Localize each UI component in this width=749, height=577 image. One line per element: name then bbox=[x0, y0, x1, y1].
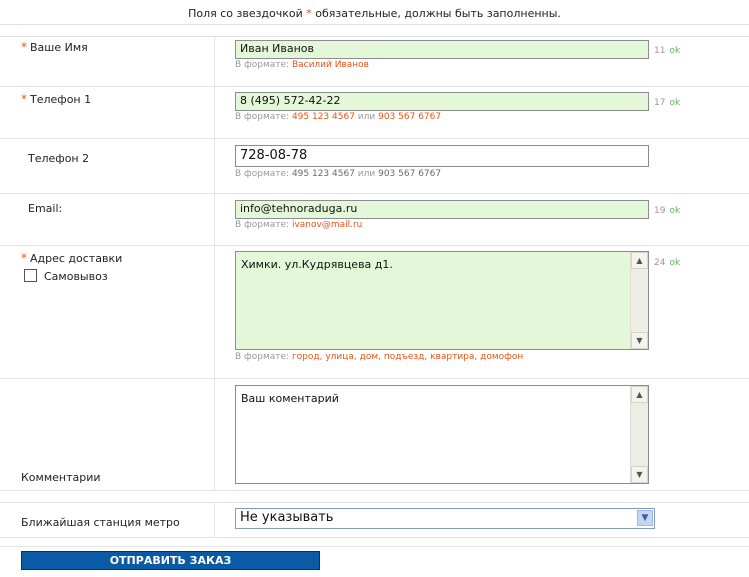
phone2-label: Телефон 2 bbox=[28, 152, 90, 165]
metro-selected-value: Не указывать bbox=[240, 510, 334, 525]
phone1-hint-example1: 495 123 4567 bbox=[291, 112, 355, 122]
email-count-value: 19 bbox=[654, 206, 666, 216]
phone1-label: * Телефон 1 bbox=[21, 92, 91, 106]
row-divider bbox=[0, 537, 749, 538]
pickup-checkbox[interactable] bbox=[24, 269, 37, 282]
address-count-value: 24 bbox=[654, 258, 666, 268]
address-label-text: Адрес доставки bbox=[30, 252, 123, 265]
row-divider bbox=[0, 138, 749, 139]
row-divider bbox=[0, 86, 749, 87]
email-status-ok: ok bbox=[669, 206, 681, 216]
required-asterisk: * bbox=[21, 92, 27, 106]
scroll-up-icon[interactable]: ▲ bbox=[631, 386, 648, 403]
chevron-down-icon[interactable]: ▼ bbox=[637, 510, 653, 526]
phone2-hint-example1: 495 123 4567 bbox=[291, 169, 355, 179]
address-hint-example: город, улица, дом, подъезд, квартира, до… bbox=[291, 352, 524, 362]
column-divider bbox=[214, 502, 215, 537]
row-divider bbox=[0, 546, 749, 547]
name-input[interactable]: Иван Иванов bbox=[235, 40, 649, 59]
row-divider bbox=[0, 502, 749, 503]
row-divider bbox=[0, 378, 749, 379]
phone1-input[interactable]: 8 (495) 572-42-22 bbox=[235, 92, 649, 111]
phone1-hint-example2: 903 567 6767 bbox=[378, 112, 442, 122]
email-char-count: 19 ok bbox=[654, 206, 680, 216]
address-value: Химки. ул.Кудрявцева д1. bbox=[241, 258, 393, 271]
phone1-status-ok: ok bbox=[669, 98, 681, 108]
email-input[interactable]: info@tehnoraduga.ru bbox=[235, 200, 649, 219]
phone2-hint-prefix: В формате: bbox=[235, 169, 292, 179]
required-fields-notice: Поля со звездочкой * обязательные, должн… bbox=[0, 0, 749, 24]
row-divider bbox=[0, 36, 749, 37]
row-divider bbox=[0, 193, 749, 194]
name-label: * Ваше Имя bbox=[21, 40, 88, 54]
scroll-down-icon[interactable]: ▼ bbox=[631, 466, 648, 483]
phone2-hint-or: или bbox=[354, 169, 379, 179]
email-hint-example: ivanov@mail.ru bbox=[291, 220, 363, 230]
name-status-ok: ok bbox=[669, 46, 681, 56]
email-hint: В формате: ivanov@mail.ru bbox=[235, 220, 362, 230]
comment-label: Комментарии bbox=[21, 471, 101, 484]
address-char-count: 24 ok bbox=[654, 258, 680, 268]
address-scrollbar[interactable]: ▲ ▼ bbox=[630, 252, 648, 349]
comment-value: Ваш коментарий bbox=[241, 392, 339, 405]
metro-label: Ближайшая станция метро bbox=[21, 516, 180, 529]
name-char-count: 11 ok bbox=[654, 46, 680, 56]
row-divider bbox=[0, 490, 749, 491]
address-hint-prefix: В формате: bbox=[235, 352, 292, 362]
name-label-text: Ваше Имя bbox=[30, 41, 88, 54]
pickup-label: Самовывоз bbox=[44, 270, 108, 283]
required-asterisk: * bbox=[21, 40, 27, 54]
metro-select[interactable]: Не указывать ▼ bbox=[235, 508, 655, 529]
phone1-char-count: 17 ok bbox=[654, 98, 680, 108]
name-hint-example: Василий Иванов bbox=[291, 60, 369, 70]
address-label: * Адрес доставки bbox=[21, 251, 122, 265]
address-hint: В формате: город, улица, дом, подъезд, к… bbox=[235, 352, 523, 362]
column-divider bbox=[214, 36, 215, 490]
name-hint-prefix: В формате: bbox=[235, 60, 292, 70]
phone1-hint-prefix: В формате: bbox=[235, 112, 292, 122]
phone1-hint-or: или bbox=[354, 112, 379, 122]
phone1-count-value: 17 bbox=[654, 98, 666, 108]
name-count-value: 11 bbox=[654, 46, 666, 56]
phone1-hint: В формате: 495 123 4567 или 903 567 6767 bbox=[235, 112, 441, 122]
phone2-hint: В формате: 495 123 4567 или 903 567 6767 bbox=[235, 169, 441, 179]
notice-text-before: Поля со звездочкой bbox=[188, 7, 307, 20]
email-hint-prefix: В формате: bbox=[235, 220, 292, 230]
name-hint: В формате: Василий Иванов bbox=[235, 60, 369, 70]
phone1-label-text: Телефон 1 bbox=[30, 93, 92, 106]
row-divider bbox=[0, 24, 749, 25]
email-label: Email: bbox=[28, 202, 63, 215]
phone2-input[interactable]: 728-08-78 bbox=[235, 145, 649, 167]
required-asterisk: * bbox=[21, 251, 27, 265]
row-divider bbox=[0, 245, 749, 246]
submit-order-button[interactable]: ОТПРАВИТЬ ЗАКАЗ bbox=[21, 551, 320, 570]
phone2-hint-example2: 903 567 6767 bbox=[378, 169, 442, 179]
address-textarea[interactable]: Химки. ул.Кудрявцева д1. ▲ ▼ bbox=[235, 251, 649, 350]
comment-scrollbar[interactable]: ▲ ▼ bbox=[630, 386, 648, 483]
scroll-down-icon[interactable]: ▼ bbox=[631, 332, 648, 349]
address-status-ok: ok bbox=[669, 258, 681, 268]
scroll-up-icon[interactable]: ▲ bbox=[631, 252, 648, 269]
comment-textarea[interactable]: Ваш коментарий ▲ ▼ bbox=[235, 385, 649, 484]
notice-text-after: обязательные, должны быть заполненны. bbox=[311, 7, 561, 20]
